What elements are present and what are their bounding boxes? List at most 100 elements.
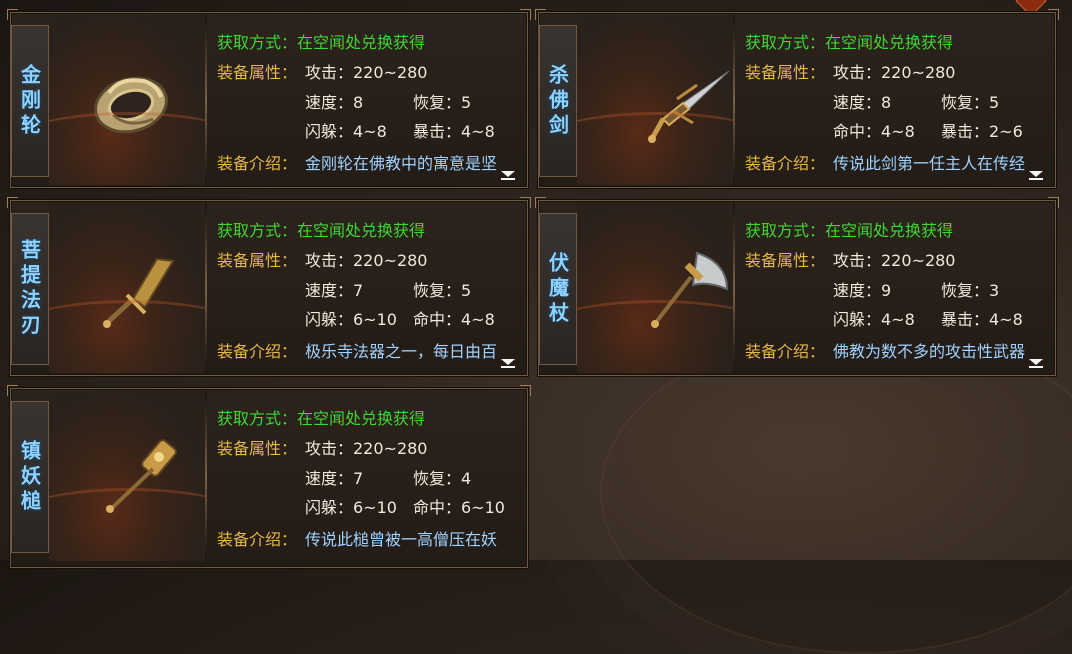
equipment-card-staff: 伏魔杖 获取方式：在空闻处兑换获得 装备属性： 攻击：220~280 速度：9 … [535,197,1059,376]
equipment-name-tab: 菩提法刃 [11,213,49,365]
attack-stat: 攻击：220~280 [305,439,428,458]
speed-stat: 速度：7 [305,281,364,300]
intro-text: 传说此剑第一任主人在传经 [833,154,1026,173]
attribute-row: 装备属性： 攻击：220~280 [217,247,428,271]
speed-stat: 速度：7 [305,469,364,488]
dodge-stat: 闪躲：4~8 [305,122,387,141]
axe-staff-weapon-icon [651,251,729,328]
obtain-value: 在空闻处兑换获得 [825,221,954,240]
obtain-label: 获取方式： [217,33,298,52]
equipment-image [49,15,205,185]
equipment-name-tab: 伏魔杖 [539,213,577,365]
hit-stat: 命中：4~8 [413,310,495,329]
obtain-label: 获取方式： [745,33,826,52]
speed-stat: 速度：9 [833,281,892,300]
recovery-stat: 恢复：5 [413,281,472,300]
equipment-name: 伏魔杖 [545,251,570,327]
equipment-card-hammer: 镇妖槌 获取方式：在空闻处兑换获得 装备属性： 攻击：220~280 速度：7 … [7,385,531,568]
crit-stat: 暴击：4~8 [941,310,1023,329]
card-divider [205,391,207,561]
obtain-row: 获取方式：在空闻处兑换获得 [217,29,425,53]
equipment-name: 金刚轮 [17,63,42,139]
intro-label: 装备介绍： [217,342,298,361]
dodge-stat: 闪躲：6~10 [305,498,397,517]
crit-stat: 暴击：4~8 [413,122,495,141]
intro-label: 装备介绍： [217,530,298,549]
broad-blade-weapon-icon [103,257,175,328]
equipment-image [577,203,733,373]
expand-arrow-icon[interactable] [499,359,517,369]
equipment-info: 获取方式：在空闻处兑换获得 装备属性： 攻击：220~280 速度：7 恢复：5… [217,201,517,375]
equipment-name: 杀佛剑 [545,63,570,139]
equipment-info: 获取方式：在空闻处兑换获得 装备属性： 攻击：220~280 速度：9 恢复：3… [745,201,1045,375]
obtain-row: 获取方式：在空闻处兑换获得 [217,405,425,429]
hit-stat: 命中：6~10 [413,498,505,517]
dodge-stat: 闪躲：4~8 [833,310,915,329]
intro-row: 装备介绍： 佛教为数不多的攻击性武器 [745,338,1025,362]
intro-label: 装备介绍： [217,154,298,173]
dodge-stat: 闪躲：6~10 [305,310,397,329]
attribute-label: 装备属性： [217,439,298,458]
intro-row: 装备介绍： 传说此槌曾被一高僧压在妖 [217,526,497,550]
equipment-name: 镇妖槌 [17,439,42,515]
speed-stat: 速度：8 [305,93,364,112]
equipment-card-blade: 菩提法刃 获取方式：在空闻处兑换获得 装备属性： 攻击：220~280 速度：7… [7,197,531,376]
equipment-card-sword: 杀佛剑 获取方式：在空闻处兑换获得 装备属性： 攻击：220~280 速度：8 … [535,9,1059,188]
attribute-row: 装备属性： 攻击：220~280 [745,59,956,83]
background-decoration [600,330,1072,654]
obtain-label: 获取方式： [217,221,298,240]
intro-row: 装备介绍： 传说此剑第一任主人在传经 [745,150,1025,174]
attribute-label: 装备属性： [745,251,826,270]
speed-stat: 速度：8 [833,93,892,112]
equipment-name-tab: 杀佛剑 [539,25,577,177]
equipment-image [577,15,733,185]
attribute-row: 装备属性： 攻击：220~280 [217,59,428,83]
expand-arrow-icon[interactable] [1027,171,1045,181]
attribute-label: 装备属性： [217,251,298,270]
card-divider [733,203,735,373]
intro-text: 金刚轮在佛教中的寓意是坚 [305,154,498,173]
card-divider [205,15,207,185]
card-divider [733,15,735,185]
equipment-image [49,391,205,561]
attack-stat: 攻击：220~280 [833,63,956,82]
intro-label: 装备介绍： [745,342,826,361]
obtain-row: 获取方式：在空闻处兑换获得 [745,217,953,241]
recovery-stat: 恢复：4 [413,469,472,488]
obtain-value: 在空闻处兑换获得 [825,33,954,52]
equipment-card-golden-ring: 金刚轮 获取方式：在空闻处兑换获得 装备属性： 攻击：220~280 速度：8 … [7,9,531,188]
obtain-value: 在空闻处兑换获得 [297,33,426,52]
attack-stat: 攻击：220~280 [305,63,428,82]
intro-text: 极乐寺法器之一，每日由百 [305,342,498,361]
intro-row: 装备介绍： 金刚轮在佛教中的寓意是坚 [217,150,497,174]
attack-stat: 攻击：220~280 [833,251,956,270]
obtain-label: 获取方式： [217,409,298,428]
attribute-row: 装备属性： 攻击：220~280 [745,247,956,271]
obtain-value: 在空闻处兑换获得 [297,409,426,428]
expand-arrow-icon[interactable] [1027,359,1045,369]
hammer-weapon-icon [106,439,177,513]
attribute-label: 装备属性： [217,63,298,82]
equipment-name-tab: 镇妖槌 [11,401,49,553]
recovery-stat: 恢复：3 [941,281,1000,300]
obtain-label: 获取方式： [745,221,826,240]
attribute-label: 装备属性： [745,63,826,82]
card-divider [205,203,207,373]
crit-stat: 暴击：2~6 [941,122,1023,141]
sword-weapon-icon [648,70,730,143]
equipment-image [49,203,205,373]
expand-arrow-icon[interactable] [499,171,517,181]
intro-text: 传说此槌曾被一高僧压在妖 [305,530,498,549]
recovery-stat: 恢复：5 [413,93,472,112]
hit-stat: 命中：4~8 [833,122,915,141]
intro-text: 佛教为数不多的攻击性武器 [833,342,1026,361]
intro-row: 装备介绍： 极乐寺法器之一，每日由百 [217,338,497,362]
golden-ring-weapon-icon [94,76,168,134]
attack-stat: 攻击：220~280 [305,251,428,270]
recovery-stat: 恢复：5 [941,93,1000,112]
equipment-name: 菩提法刃 [17,239,42,339]
equipment-name-tab: 金刚轮 [11,25,49,177]
obtain-row: 获取方式：在空闻处兑换获得 [217,217,425,241]
obtain-row: 获取方式：在空闻处兑换获得 [745,29,953,53]
equipment-info: 获取方式：在空闻处兑换获得 装备属性： 攻击：220~280 速度：7 恢复：4… [217,389,517,563]
